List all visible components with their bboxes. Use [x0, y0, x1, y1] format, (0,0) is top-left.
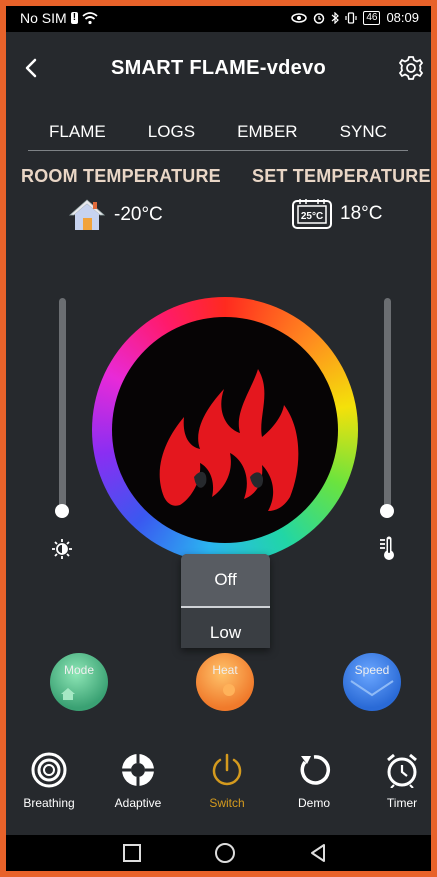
page-title: SMART FLAME-vdevo	[110, 57, 327, 79]
envelope-icon	[350, 680, 394, 697]
sim-alert-icon: !	[70, 12, 79, 24]
alarm-clock-icon	[387, 753, 417, 788]
room-temperature-value: -20°C	[114, 204, 163, 225]
flame-icon	[159, 369, 299, 511]
speed-button[interactable]: Speed	[343, 653, 401, 711]
set-temperature-value: 18°C	[340, 203, 383, 224]
switch-button[interactable]: Switch	[187, 752, 267, 810]
dropdown-option-low[interactable]: Low	[181, 610, 270, 648]
adaptive-button[interactable]: Adaptive	[98, 752, 178, 810]
mode-button[interactable]: Mode	[50, 653, 108, 711]
recent-apps-icon[interactable]	[122, 843, 142, 863]
breathing-button[interactable]: Breathing	[9, 752, 89, 810]
tab-ember[interactable]: EMBER	[233, 120, 301, 144]
heat-button[interactable]: Heat	[196, 653, 254, 711]
room-temperature: -20°C	[68, 198, 163, 232]
temperature-slider-track[interactable]	[384, 298, 391, 518]
speed-button-label: Speed	[354, 663, 390, 677]
adaptive-icon	[122, 754, 154, 786]
brightness-icon	[52, 539, 72, 559]
status-bar: No SIM ! 46 08:09	[6, 6, 431, 32]
set-temperature-label: SET TEMPERATURE	[252, 166, 431, 186]
home-nav-icon[interactable]	[214, 843, 236, 865]
system-nav-bar	[6, 835, 431, 871]
thermostat-display-text: 25°C	[301, 211, 323, 222]
carrier-text: No SIM	[20, 10, 67, 26]
demo-label: Demo	[297, 796, 330, 810]
breathing-label: Breathing	[23, 796, 75, 810]
tab-bar: FLAME LOGS EMBER SYNC	[28, 120, 408, 151]
timer-label: Timer	[386, 796, 418, 810]
flame-display	[112, 317, 338, 543]
home-icon	[61, 688, 75, 700]
gear-icon[interactable]	[397, 54, 425, 82]
back-nav-icon[interactable]	[308, 843, 328, 863]
alarm-status-icon	[314, 12, 325, 24]
color-ring[interactable]	[92, 297, 358, 563]
battery-icon: 46	[363, 10, 381, 25]
breathing-icon	[31, 752, 67, 788]
brightness-slider-knob[interactable]	[55, 504, 69, 518]
demo-button[interactable]: Demo	[274, 752, 354, 810]
app-screen: No SIM ! 46 08:09 SMART FLAME-vdevo FLAM…	[6, 6, 431, 871]
flame-dot-icon	[223, 684, 235, 696]
temperature-slider-knob[interactable]	[380, 504, 394, 518]
adaptive-label: Adaptive	[114, 796, 162, 810]
clock-text: 08:09	[386, 10, 419, 25]
switch-label: Switch	[209, 796, 245, 810]
heat-button-label: Heat	[212, 663, 238, 677]
thermometer-icon	[380, 536, 394, 560]
tab-flame[interactable]: FLAME	[45, 120, 110, 144]
wifi-icon	[82, 11, 98, 24]
tab-logs[interactable]: LOGS	[144, 120, 199, 144]
bluetooth-icon	[331, 11, 340, 24]
refresh-icon	[300, 755, 331, 785]
mode-button-label: Mode	[63, 663, 95, 677]
dropdown-option-off[interactable]: Off	[181, 554, 270, 606]
vibrate-icon	[345, 11, 357, 24]
heat-level-dropdown[interactable]: Off Low	[181, 554, 270, 648]
eye-icon	[291, 12, 308, 23]
set-temperature: 25°C 18°C	[292, 198, 382, 230]
thermostat-display-icon: 25°C	[292, 199, 332, 229]
timer-button[interactable]: Timer	[362, 752, 431, 810]
dropdown-divider	[181, 606, 270, 608]
room-temperature-label: ROOM TEMPERATURE	[21, 166, 221, 186]
tab-sync[interactable]: SYNC	[336, 120, 391, 144]
power-icon	[212, 753, 242, 786]
brightness-slider-track[interactable]	[59, 298, 66, 518]
house-icon	[68, 199, 106, 230]
